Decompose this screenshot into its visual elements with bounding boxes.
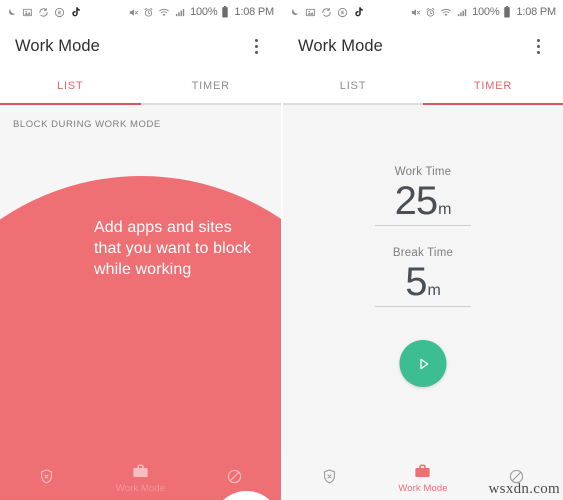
dual-screenshot-container: 100% 1:08 PM Work Mode LIST TIMER BLOCK … [0, 0, 563, 500]
phone-screen-list: 100% 1:08 PM Work Mode LIST TIMER BLOCK … [0, 0, 281, 500]
work-time-number: 25 [394, 179, 438, 223]
status-bar-right-left-icons [289, 6, 365, 18]
shield-block-icon [324, 469, 336, 484]
work-time-label: Work Time [394, 166, 452, 178]
tab-timer[interactable]: TIMER [423, 68, 563, 105]
nav-item-work-mode[interactable]: Work Mode [94, 462, 188, 494]
work-time-value: 25 m [375, 179, 471, 225]
status-bar: 100% 1:08 PM [0, 0, 281, 24]
status-bar-clock: 1:08 PM [516, 6, 556, 18]
tab-timer[interactable]: TIMER [141, 68, 282, 105]
mute-icon [128, 7, 139, 18]
battery-percent-label: 100% [190, 6, 218, 18]
signal-icon [456, 7, 468, 18]
overflow-menu-icon[interactable] [245, 34, 267, 58]
wifi-icon [158, 7, 170, 18]
break-time-number: 5 [405, 260, 427, 304]
break-time-field[interactable]: Break Time 5 m [375, 247, 471, 307]
briefcase-icon [133, 464, 148, 477]
shield-block-icon [41, 469, 53, 484]
wifi-icon [440, 7, 452, 18]
app-bar-right: Work Mode [283, 24, 563, 68]
list-screen-body: BLOCK DURING WORK MODE Add apps and site… [0, 105, 281, 500]
nav-label-work-mode: Work Mode [115, 482, 166, 494]
watermark: wsxdn.com [488, 481, 560, 497]
circle-e-icon [337, 7, 348, 18]
crescent-moon-icon [6, 7, 17, 18]
overflow-menu-icon[interactable] [527, 34, 549, 58]
crescent-moon-icon [289, 7, 300, 18]
sync-icon [321, 7, 332, 18]
battery-percent-label: 100% [472, 6, 500, 18]
tab-bar-right: LIST TIMER [283, 68, 563, 105]
nav-label-work-mode: Work Mode [398, 482, 448, 494]
work-time-unit: m [438, 201, 452, 218]
start-timer-button[interactable] [399, 340, 447, 387]
status-bar-right-icons: 100% 1:08 PM [128, 6, 274, 18]
status-bar-right-right-icons: 100% 1:08 PM [410, 6, 556, 18]
timer-screen-body: Work Time 25 m Break Time 5 m Work Mode … [283, 105, 563, 500]
briefcase-icon [415, 464, 431, 477]
app-bar: Work Mode [0, 24, 281, 68]
nav-item-blocklist[interactable] [283, 468, 376, 487]
break-time-unit: m [427, 282, 441, 299]
signal-icon [174, 7, 186, 18]
page-title: Work Mode [298, 36, 383, 55]
page-title: Work Mode [15, 36, 100, 55]
screenshot-icon [305, 7, 316, 18]
nav-item-blocklist[interactable] [0, 468, 94, 487]
empty-state-message: Add apps and sites that you want to bloc… [94, 219, 251, 278]
status-bar-left-icons [6, 6, 82, 18]
tab-bar: LIST TIMER [0, 68, 281, 105]
mute-icon [410, 7, 421, 18]
screenshot-icon [22, 7, 33, 18]
nav-item-work-mode[interactable]: Work Mode [376, 462, 469, 494]
phone-screen-timer: 100% 1:08 PM Work Mode LIST TIMER Work T… [283, 0, 563, 500]
nav-item-blocked[interactable] [187, 468, 281, 487]
play-icon [419, 358, 428, 369]
tiktok-icon [70, 6, 82, 18]
break-time-underline [375, 306, 471, 307]
bottom-navigation-bar: Work Mode [0, 455, 281, 500]
break-time-label: Break Time [392, 247, 454, 259]
tab-list[interactable]: LIST [283, 68, 423, 105]
sync-icon [38, 7, 49, 18]
battery-icon [221, 6, 229, 18]
alarm-icon [143, 7, 154, 18]
work-time-underline [375, 225, 471, 226]
tab-list[interactable]: LIST [0, 68, 141, 105]
tiktok-icon [353, 6, 365, 18]
status-bar-clock: 1:08 PM [234, 6, 274, 18]
section-header-block-during-work-mode: BLOCK DURING WORK MODE [13, 119, 161, 130]
battery-icon [503, 6, 511, 18]
work-time-field[interactable]: Work Time 25 m [375, 166, 471, 226]
no-entry-icon [227, 469, 241, 484]
alarm-icon [425, 7, 436, 18]
circle-e-icon [54, 7, 65, 18]
status-bar-right: 100% 1:08 PM [283, 0, 563, 24]
break-time-value: 5 m [375, 260, 471, 306]
